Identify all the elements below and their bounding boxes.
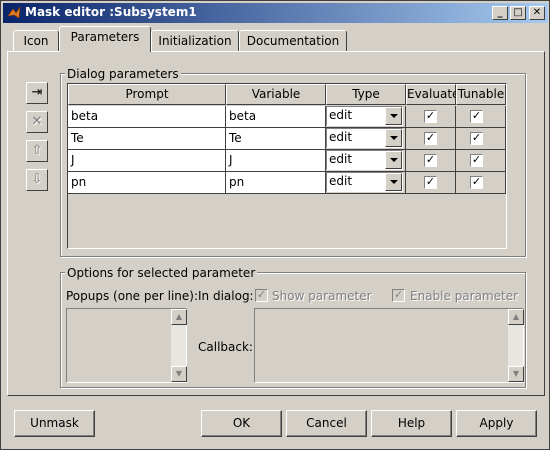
delete-parameter-button[interactable]: ✕ xyxy=(26,111,48,133)
enable-parameter-checkbox[interactable]: ✓ xyxy=(392,289,405,302)
evaluate-cell: ✓ xyxy=(406,172,456,194)
tunable-cell: ✓ xyxy=(456,172,506,194)
tab-parameters[interactable]: Parameters xyxy=(59,26,151,52)
move-up-button[interactable]: ⇧ xyxy=(26,140,48,162)
tunable-cell: ✓ xyxy=(456,150,506,172)
popups-label: Popups (one per line): xyxy=(66,289,199,303)
type-dropdown[interactable]: edit xyxy=(326,106,403,126)
column-header-evaluate: Evaluate xyxy=(406,84,459,105)
type-cell: edit xyxy=(326,106,406,128)
unmask-button[interactable]: Unmask xyxy=(14,410,95,437)
column-header-tunable: Tunable xyxy=(456,84,506,105)
options-title: Options for selected parameter xyxy=(65,266,258,280)
dropdown-arrow-icon[interactable] xyxy=(385,129,402,147)
type-cell: edit xyxy=(326,172,406,194)
tunable-cell: ✓ xyxy=(456,128,506,150)
dropdown-arrow-icon[interactable] xyxy=(385,151,402,169)
evaluate-checkbox[interactable]: ✓ xyxy=(424,110,437,123)
tunable-cell: ✓ xyxy=(456,106,506,128)
ok-button[interactable]: OK xyxy=(201,410,282,437)
column-header-prompt: Prompt xyxy=(68,84,226,105)
move-down-button[interactable]: ⇩ xyxy=(26,169,48,191)
type-dropdown[interactable]: edit xyxy=(326,128,403,148)
scroll-up-arrow-icon[interactable]: ▲ xyxy=(171,309,187,325)
type-value: edit xyxy=(329,108,353,122)
cancel-button[interactable]: Cancel xyxy=(286,410,367,437)
in-dialog-label: In dialog: xyxy=(198,289,254,303)
window-title: Mask editor :Subsystem1 xyxy=(25,5,197,19)
tunable-checkbox[interactable]: ✓ xyxy=(470,154,483,167)
evaluate-cell: ✓ xyxy=(406,150,456,172)
maximize-button[interactable]: □ xyxy=(510,6,526,20)
evaluate-checkbox[interactable]: ✓ xyxy=(424,176,437,189)
scroll-down-arrow-icon[interactable]: ▼ xyxy=(508,366,524,382)
scroll-up-arrow-icon[interactable]: ▲ xyxy=(508,309,524,325)
close-button[interactable]: ✕ xyxy=(529,6,545,20)
variable-cell[interactable]: Te xyxy=(226,128,326,150)
variable-cell[interactable]: J xyxy=(226,150,326,172)
show-parameter-label: Show parameter xyxy=(272,289,372,303)
evaluate-checkbox[interactable]: ✓ xyxy=(424,154,437,167)
tab-documentation[interactable]: Documentation xyxy=(239,30,347,52)
enable-parameter-label: Enable parameter xyxy=(410,289,519,303)
tab-icon[interactable]: Icon xyxy=(13,30,59,52)
variable-cell[interactable]: beta xyxy=(226,106,326,128)
column-header-variable: Variable xyxy=(226,84,326,105)
type-value: edit xyxy=(329,174,353,188)
mask-editor-window: Mask editor :Subsystem1 _ □ ✕ Icon Param… xyxy=(0,0,550,450)
evaluate-cell: ✓ xyxy=(406,106,456,128)
column-header-type: Type xyxy=(326,84,406,105)
title-bar[interactable]: Mask editor :Subsystem1 _ □ ✕ xyxy=(3,3,548,23)
help-button[interactable]: Help xyxy=(371,410,452,437)
dropdown-arrow-icon[interactable] xyxy=(385,107,402,125)
dropdown-arrow-icon[interactable] xyxy=(385,173,402,191)
type-cell: edit xyxy=(326,128,406,150)
tunable-checkbox[interactable]: ✓ xyxy=(470,132,483,145)
scroll-down-arrow-icon[interactable]: ▼ xyxy=(171,366,187,382)
callback-textarea[interactable]: ▲ ▼ xyxy=(254,308,524,383)
type-value: edit xyxy=(329,130,353,144)
add-parameter-button[interactable]: ⇥ xyxy=(26,82,48,104)
prompt-cell[interactable]: Te xyxy=(68,128,226,150)
evaluate-checkbox[interactable]: ✓ xyxy=(424,132,437,145)
dialog-parameters-title: Dialog parameters xyxy=(65,67,181,81)
show-parameter-checkbox[interactable]: ✓ xyxy=(255,289,268,302)
evaluate-cell: ✓ xyxy=(406,128,456,150)
variable-cell[interactable]: pn xyxy=(226,172,326,194)
parameters-table: Prompt Variable Type Evaluate Tunable be… xyxy=(67,83,507,249)
popups-scrollbar[interactable]: ▲ ▼ xyxy=(170,309,187,382)
apply-button[interactable]: Apply xyxy=(456,410,537,437)
prompt-cell[interactable]: beta xyxy=(68,106,226,128)
prompt-cell[interactable]: pn xyxy=(68,172,226,194)
minimize-button[interactable]: _ xyxy=(492,6,508,20)
tab-initialization[interactable]: Initialization xyxy=(151,30,239,52)
type-dropdown[interactable]: edit xyxy=(326,150,403,170)
type-dropdown[interactable]: edit xyxy=(326,172,403,192)
type-value: edit xyxy=(329,152,353,166)
tunable-checkbox[interactable]: ✓ xyxy=(470,176,483,189)
prompt-cell[interactable]: J xyxy=(68,150,226,172)
callback-scrollbar[interactable]: ▲ ▼ xyxy=(507,309,524,382)
type-cell: edit xyxy=(326,150,406,172)
matlab-logo-icon xyxy=(7,6,21,19)
tunable-checkbox[interactable]: ✓ xyxy=(470,110,483,123)
callback-label: Callback: xyxy=(198,340,253,354)
popups-textarea[interactable]: ▲ ▼ xyxy=(66,308,187,383)
